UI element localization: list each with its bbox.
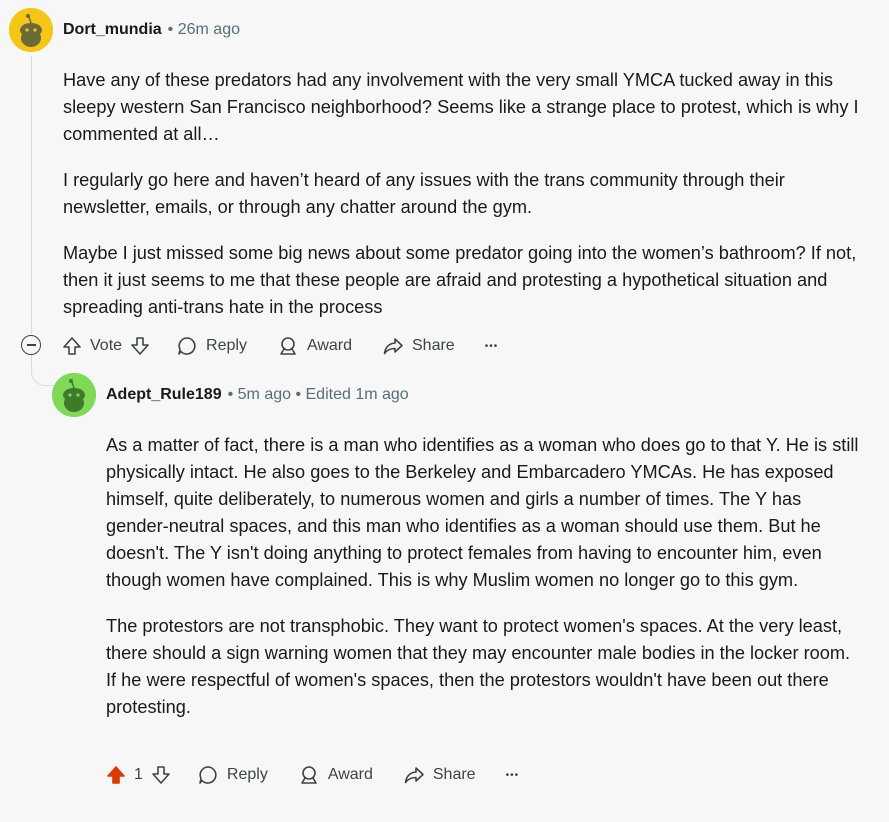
reply-button[interactable]: Reply <box>176 335 247 357</box>
vote-control: 1 <box>106 765 171 785</box>
collapse-thread-button[interactable] <box>21 335 41 355</box>
share-button[interactable]: Share <box>382 335 455 357</box>
comment: Adept_Rule189 • 5m ago • Edited 1m ago A… <box>52 373 872 740</box>
comment-meta: • 26m ago <box>167 21 240 38</box>
vote-count: 1 <box>134 766 143 783</box>
comment: Dort_mundia • 26m ago Have any of these … <box>9 8 879 340</box>
share-icon <box>383 338 403 355</box>
comment-paragraph: I regularly go here and haven’t heard of… <box>63 170 785 217</box>
award-icon <box>301 766 317 784</box>
avatar[interactable] <box>52 373 96 417</box>
comment-body: As a matter of fact, there is a man who … <box>106 432 862 721</box>
share-label: Share <box>432 766 476 783</box>
comment-meta: • 5m ago • Edited 1m ago <box>227 386 409 403</box>
reply-button[interactable]: Reply <box>197 764 268 786</box>
award-label: Award <box>327 766 373 783</box>
comment-paragraph: As a matter of fact, there is a man who … <box>106 435 859 590</box>
comment-actions: Vote Reply Award Share ••• <box>62 328 528 364</box>
comment-paragraph: Have any of these predators had any invo… <box>63 70 859 144</box>
award-label: Award <box>306 337 352 354</box>
vote-label: Vote <box>90 337 123 354</box>
upvote-icon[interactable] <box>62 336 82 356</box>
comment-paragraph: Maybe I just missed some big news about … <box>63 243 857 317</box>
more-options-icon: ••• <box>484 340 499 352</box>
award-button[interactable]: Award <box>277 335 352 357</box>
comment-actions: 1 Reply Award Share ••• <box>106 757 549 793</box>
comment-bubble-icon <box>178 337 196 355</box>
more-options-button[interactable]: ••• <box>485 341 499 352</box>
comment-paragraph: The protestors are not transphobic. They… <box>106 616 851 717</box>
downvote-icon[interactable] <box>151 765 171 785</box>
share-label: Share <box>412 337 455 354</box>
snoo-avatar-icon <box>9 8 53 52</box>
more-options-button[interactable]: ••• <box>506 770 520 781</box>
share-button[interactable]: Share <box>403 764 476 786</box>
username[interactable]: Dort_mundia <box>63 21 162 39</box>
upvote-icon[interactable] <box>106 765 126 785</box>
username[interactable]: Adept_Rule189 <box>106 386 222 404</box>
avatar[interactable] <box>9 8 53 52</box>
thread-branch <box>31 355 54 386</box>
downvote-icon[interactable] <box>130 336 150 356</box>
reply-label: Reply <box>226 766 268 783</box>
vote-control: Vote <box>62 336 150 356</box>
award-button[interactable]: Award <box>298 764 373 786</box>
more-options-icon: ••• <box>505 769 520 781</box>
share-icon <box>404 767 424 784</box>
comment-bubble-icon <box>199 766 217 784</box>
snoo-avatar-icon <box>52 373 96 417</box>
award-icon <box>280 337 296 355</box>
comment-body: Have any of these predators had any invo… <box>63 67 863 321</box>
reply-label: Reply <box>206 337 247 354</box>
